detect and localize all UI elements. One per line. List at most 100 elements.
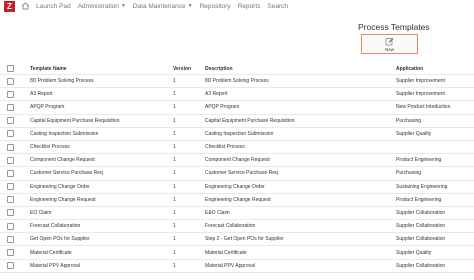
nav-administration-label: Administration	[77, 2, 119, 10]
new-template-button[interactable]: New	[361, 34, 418, 54]
caret-down-icon: ▼	[187, 3, 193, 9]
row-checkbox[interactable]	[7, 235, 14, 243]
nav-search-label: Search	[267, 2, 289, 10]
description-cell: Capital Equipment Purchase Requisition	[205, 117, 295, 124]
version-cell: 1	[173, 78, 176, 85]
description-cell: Engineering Change Request	[205, 196, 271, 203]
template-name-cell[interactable]: Casting Inspection Submission	[30, 128, 170, 140]
home-icon[interactable]	[20, 1, 31, 12]
column-header-application[interactable]: Application	[396, 63, 474, 74]
version-cell: 1	[173, 157, 176, 164]
version-cell: 1	[173, 104, 176, 111]
template-name-cell[interactable]: APQP Program	[30, 101, 170, 113]
description-cell: Forecast Collaboration	[205, 223, 256, 230]
table-row[interactable]: Forecast Collaboration 1 Forecast Collabor…	[0, 220, 474, 234]
row-checkbox[interactable]	[7, 143, 14, 151]
template-name-cell[interactable]: Engineering Change Request	[30, 194, 170, 206]
table-row[interactable]: EO Claim 1 E&O Claim Supplier Collaboration	[0, 207, 474, 221]
template-name-cell[interactable]: Forecast Collaboration	[30, 220, 170, 232]
row-checkbox[interactable]	[7, 222, 14, 230]
row-checkbox[interactable]	[7, 130, 14, 138]
row-checkbox[interactable]	[7, 183, 14, 191]
new-button-label: New	[384, 46, 394, 52]
select-all-checkbox[interactable]	[7, 65, 14, 72]
table-row[interactable]: Material PPV Approval 1 Material PPV Appro…	[0, 260, 474, 273]
row-checkbox[interactable]	[7, 77, 14, 85]
template-name-cell[interactable]: Engineering Change Order	[30, 181, 170, 193]
row-checkbox[interactable]	[7, 209, 14, 217]
template-name-cell[interactable]: Component Change Request	[30, 154, 170, 166]
page-title: Process Templates	[358, 22, 430, 32]
table-row[interactable]: A3 Report 1 A3 Report Supplier Improvement	[0, 88, 474, 102]
template-name-cell[interactable]: A3 Report	[30, 88, 170, 100]
nav-reports-label: Reports	[237, 2, 261, 10]
description-cell: Customer Service Purchase Req	[205, 170, 278, 177]
description-cell: E&O Claim	[205, 209, 230, 216]
template-name-cell[interactable]: Material PPV Approval	[30, 260, 170, 272]
nav-launch-pad[interactable]: Launch Pad	[36, 3, 71, 10]
application-cell: Purchasing	[396, 170, 422, 177]
column-header-version[interactable]: Version	[173, 63, 198, 74]
table-row[interactable]: Engineering Change Request 1 Engineering C…	[0, 194, 474, 207]
table-row[interactable]: 8D Problem Solving Process 1 8D Problem So…	[0, 75, 474, 89]
row-checkbox[interactable]	[7, 262, 14, 270]
nav-data-maintenance[interactable]: Data Maintenance ▼	[133, 3, 193, 10]
version-cell: 1	[173, 144, 176, 151]
table-row[interactable]: Checklist Process 1 Checklist Process	[0, 141, 474, 155]
description-cell: Checklist Process	[205, 144, 245, 151]
template-name-cell[interactable]: Capital Equipment Purchase Requisition	[30, 115, 170, 127]
version-cell: 1	[173, 209, 176, 216]
application-cell: Supplier Collaboration	[396, 223, 446, 230]
table-row[interactable]: Casting Inspection Submission 1 Casting In…	[0, 128, 474, 141]
row-checkbox[interactable]	[7, 103, 14, 111]
description-cell: APQP Program	[205, 104, 240, 111]
version-cell: 1	[173, 91, 176, 98]
column-header-template-name[interactable]: Template Name	[30, 63, 170, 74]
column-header-description[interactable]: Description	[205, 63, 390, 74]
nav-search[interactable]: Search	[267, 3, 288, 10]
table-row[interactable]: Get Open POs for Supplier 1 Step 2 - Get O…	[0, 233, 474, 247]
nav-repository[interactable]: Repository	[200, 3, 231, 10]
table-row[interactable]: Component Change Request 1 Component Chang…	[0, 154, 474, 168]
application-cell: Supplier Quality	[396, 130, 432, 137]
table-header-row: Template Name Version Description Applic…	[0, 63, 474, 75]
template-name-cell[interactable]: EO Claim	[30, 207, 170, 219]
template-name-cell[interactable]: Material Certificate	[30, 246, 170, 258]
row-checkbox[interactable]	[7, 117, 14, 125]
row-checkbox[interactable]	[7, 90, 14, 98]
table-row[interactable]: APQP Program 1 APQP Program New Product Int…	[0, 101, 474, 115]
version-cell: 1	[173, 117, 176, 124]
template-name-cell[interactable]: Customer Service Purchase Req	[30, 167, 170, 179]
version-cell: 1	[173, 223, 176, 230]
table-row[interactable]: Material Certificate 1 Material Certificat…	[0, 246, 474, 260]
version-cell: 1	[173, 170, 176, 177]
application-cell: Supplier Collaboration	[396, 262, 446, 269]
nav-administration[interactable]: Administration ▼	[78, 3, 126, 10]
template-name-cell[interactable]: 8D Problem Solving Process	[30, 75, 170, 87]
application-cell	[396, 141, 474, 153]
nav-reports[interactable]: Reports	[238, 3, 261, 10]
top-nav: Z Launch Pad Administration ▼ Data Mainte…	[0, 0, 474, 12]
version-cell: 1	[173, 236, 176, 243]
table-row[interactable]: Engineering Change Order 1 Engineering Cha…	[0, 181, 474, 194]
version-cell: 1	[173, 196, 176, 203]
table-row[interactable]: Capital Equipment Purchase Requisition 1 C…	[0, 115, 474, 128]
row-checkbox[interactable]	[7, 196, 14, 204]
application-cell: Supplier Improvement	[396, 78, 445, 85]
row-checkbox[interactable]	[7, 249, 14, 257]
application-cell: Supplier Collaboration	[396, 209, 446, 216]
nav-repository-label: Repository	[199, 2, 231, 10]
description-cell: Material Certificate	[205, 249, 247, 256]
version-cell: 1	[173, 249, 176, 256]
description-cell: A3 Report	[205, 91, 228, 98]
template-name-cell[interactable]: Checklist Process	[30, 141, 170, 153]
row-checkbox[interactable]	[7, 169, 14, 177]
application-cell: Supplier Improvement	[396, 91, 445, 98]
row-checkbox[interactable]	[7, 156, 14, 164]
table-row[interactable]: Customer Service Purchase Req 1 Customer S…	[0, 167, 474, 181]
application-cell: Product Engineering	[396, 196, 442, 203]
application-cell: Purchasing	[396, 117, 422, 124]
description-cell: Component Change Request	[205, 157, 270, 164]
template-name-cell[interactable]: Get Open POs for Supplier	[30, 233, 170, 245]
z-logo-icon[interactable]: Z	[4, 0, 15, 12]
